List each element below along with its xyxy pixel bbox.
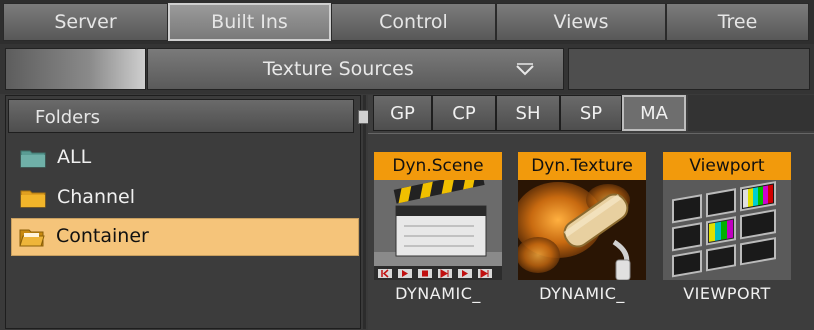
- tab-views[interactable]: Views: [496, 3, 666, 41]
- tab-ma[interactable]: MA: [622, 95, 686, 131]
- folder-icon: [20, 190, 46, 208]
- paint-roller-icon: [518, 180, 646, 280]
- folder-item-container[interactable]: Container: [11, 218, 359, 256]
- tile-name: VIEWPORT: [683, 284, 771, 303]
- open-folder-icon: [19, 229, 45, 247]
- tile-name: DYNAMIC_: [395, 284, 481, 303]
- tile-title: Dyn.Texture: [518, 152, 646, 180]
- viewport-screens-icon: [663, 180, 791, 280]
- folders-panel: Folders ALL Channel Container: [5, 95, 361, 329]
- tab-cp[interactable]: CP: [432, 95, 496, 131]
- folders-header: Folders: [8, 99, 354, 133]
- tile-name: DYNAMIC_: [539, 284, 625, 303]
- folder-item-channel[interactable]: Channel: [13, 180, 358, 216]
- tab-server[interactable]: Server: [3, 3, 168, 41]
- source-bar: Texture Sources: [0, 44, 814, 94]
- tile-title: Viewport: [663, 152, 791, 180]
- tab-gp[interactable]: GP: [373, 95, 432, 131]
- sub-tab-bar: GP CP SH SP MA: [373, 95, 686, 133]
- top-tab-bar: Server Built Ins Control Views Tree: [0, 0, 814, 44]
- tab-sh[interactable]: SH: [496, 95, 560, 131]
- tab-sp[interactable]: SP: [560, 95, 622, 131]
- chevron-down-icon: [516, 63, 534, 76]
- source-bar-spacer: [568, 48, 810, 90]
- texture-sources-dropdown[interactable]: Texture Sources: [147, 48, 564, 90]
- tab-built-ins[interactable]: Built Ins: [168, 3, 331, 41]
- texture-tile-dyn-scene[interactable]: Dyn.Scene DYNAMIC_: [374, 152, 502, 303]
- texture-grid: Dyn.Scene DYNAMIC_ Dyn.Texture DYNAMIC_ …: [368, 133, 814, 330]
- panel-divider[interactable]: [363, 95, 366, 329]
- sub-tab-bar-fill: [688, 95, 814, 131]
- texture-tile-viewport[interactable]: Viewport VIEWPORT: [663, 152, 791, 303]
- textures-panel: GP CP SH SP MA Dyn.Scene DYNAMIC_ Dyn.Te…: [368, 95, 814, 330]
- source-preview-swatch: [5, 48, 146, 90]
- clapperboard-icon: [374, 180, 502, 280]
- teal-folder-icon: [20, 150, 46, 168]
- texture-tile-dyn-texture[interactable]: Dyn.Texture DYNAMIC_: [518, 152, 646, 303]
- folder-item-all[interactable]: ALL: [13, 140, 358, 176]
- dropdown-value: Texture Sources: [263, 58, 414, 80]
- tab-control[interactable]: Control: [331, 3, 496, 41]
- tab-tree[interactable]: Tree: [666, 3, 809, 41]
- tile-title: Dyn.Scene: [374, 152, 502, 180]
